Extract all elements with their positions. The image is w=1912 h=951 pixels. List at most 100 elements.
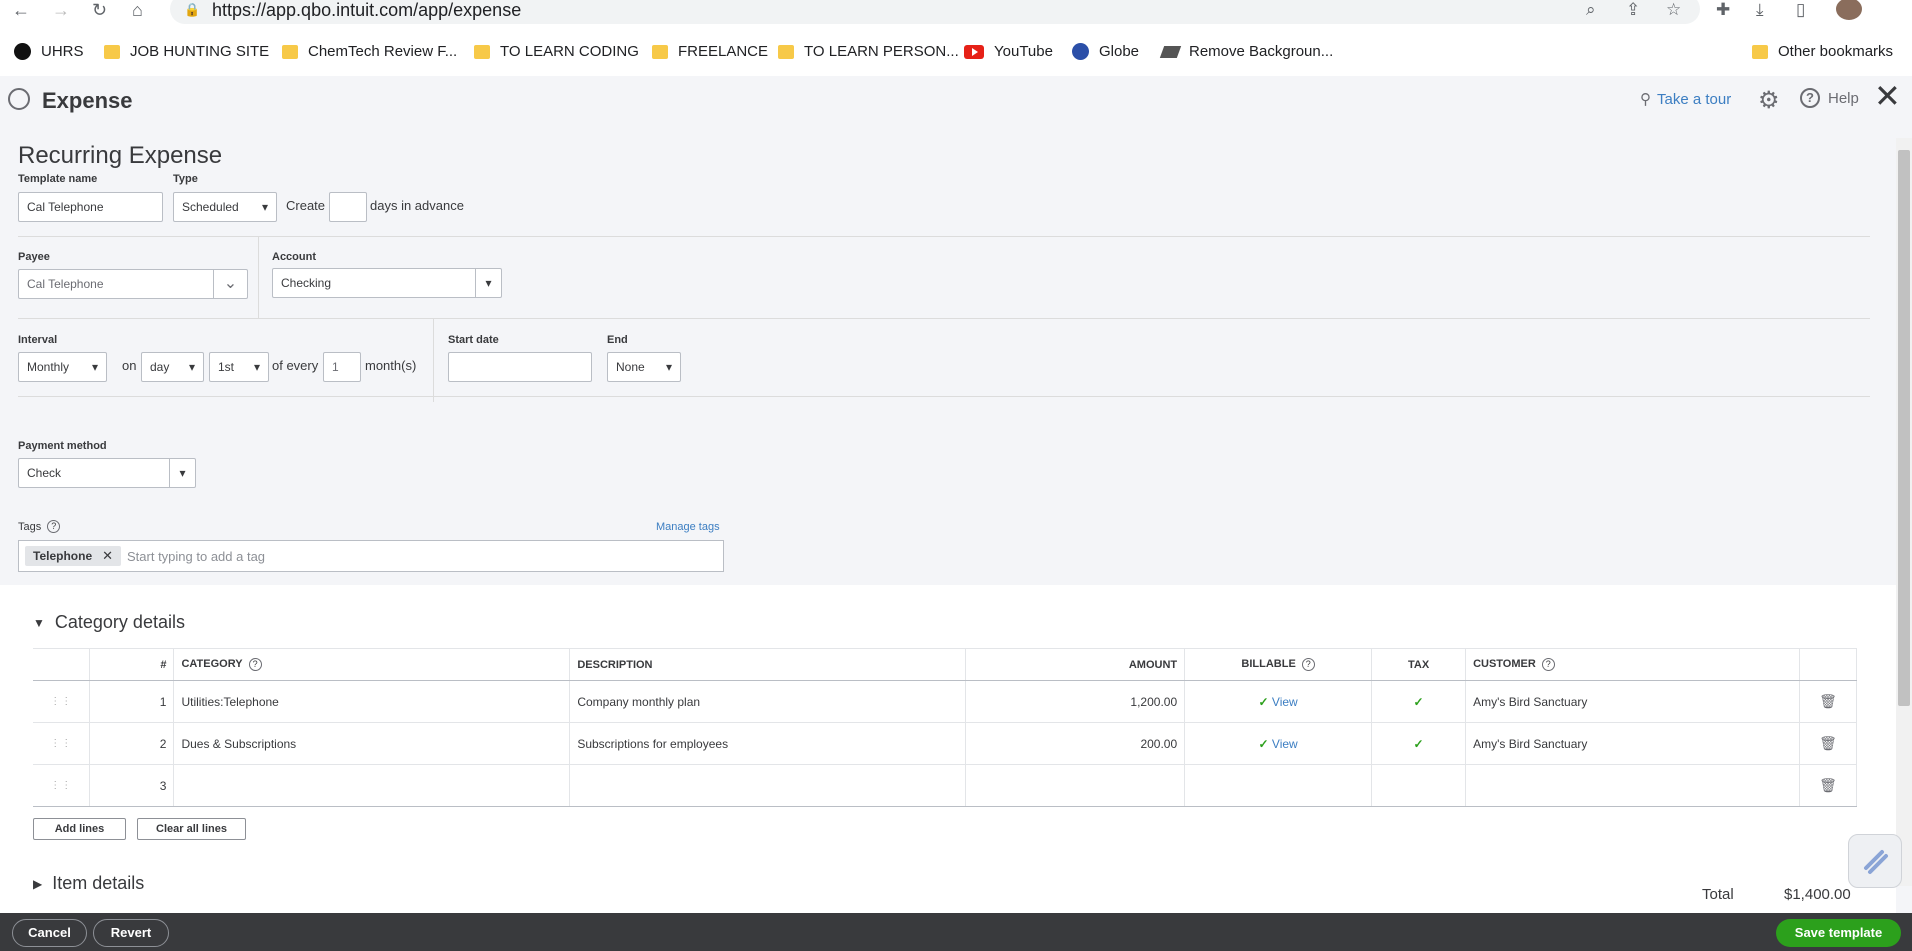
help-icon[interactable]: ?: [47, 520, 61, 533]
help-icon[interactable]: ?: [1541, 658, 1555, 671]
row-category[interactable]: [173, 764, 571, 807]
col-category: CATEGORY?: [173, 648, 571, 681]
chevron-down-icon[interactable]: ⌄: [213, 270, 247, 298]
browser-chrome: ← → ↻ ⌂ 🔒 https://app.qbo.intuit.com/app…: [0, 0, 1912, 76]
close-icon[interactable]: ✕: [1874, 80, 1901, 112]
cancel-button[interactable]: Cancel: [12, 919, 87, 947]
check-icon: ✓: [1413, 736, 1424, 751]
on-select[interactable]: day: [141, 352, 204, 382]
row-customer[interactable]: [1465, 764, 1800, 807]
youtube-icon: [964, 44, 984, 59]
bookmark-youtube[interactable]: YouTube: [964, 43, 1053, 60]
row-category[interactable]: Dues & Subscriptions: [173, 722, 571, 765]
sidepanel-icon[interactable]: ▯: [1796, 0, 1805, 20]
caret-down-icon[interactable]: ▾: [169, 459, 195, 487]
check-icon: ✓: [1413, 694, 1424, 709]
download-icon[interactable]: ⤓: [1756, 0, 1764, 20]
item-details-toggle[interactable]: ▶ Item details: [33, 873, 144, 894]
row-tax[interactable]: ✓: [1371, 680, 1467, 723]
save-template-button[interactable]: Save template: [1776, 919, 1901, 947]
manage-tags-link[interactable]: Manage tags: [656, 521, 720, 533]
bookmark-learn-person[interactable]: TO LEARN PERSON...: [778, 43, 959, 60]
revert-button[interactable]: Revert: [93, 919, 169, 947]
profile-avatar[interactable]: [1836, 0, 1862, 20]
row-description[interactable]: [569, 764, 967, 807]
row-customer[interactable]: Amy's Bird Sanctuary: [1465, 722, 1800, 765]
billable-view-link[interactable]: View: [1272, 695, 1298, 709]
col-drag: [33, 648, 91, 681]
star-icon[interactable]: ☆: [1666, 0, 1681, 20]
payment-method-select[interactable]: Check ▾: [18, 458, 196, 488]
row-billable[interactable]: ✓ View: [1184, 680, 1373, 723]
row-customer[interactable]: Amy's Bird Sanctuary: [1465, 680, 1800, 723]
tag-placeholder: Start typing to add a tag: [127, 549, 266, 564]
reload-icon[interactable]: ↻: [92, 0, 107, 20]
add-lines-button[interactable]: Add lines: [33, 818, 126, 840]
remove-tag-icon[interactable]: ✕: [102, 548, 113, 563]
row-tax[interactable]: [1371, 764, 1467, 807]
drag-handle-icon[interactable]: ⋮⋮: [33, 722, 91, 765]
tour-icon: ⚲: [1640, 91, 1651, 108]
row-description[interactable]: Company monthly plan: [569, 680, 967, 723]
payee-input[interactable]: Cal Telephone ⌄: [18, 269, 248, 299]
row-tax[interactable]: ✓: [1371, 722, 1467, 765]
trash-icon[interactable]: 🗑: [1799, 722, 1858, 765]
start-date-label: Start date: [448, 334, 499, 346]
interval-select[interactable]: Monthly: [18, 352, 107, 382]
extensions-icon[interactable]: ✚: [1716, 0, 1730, 20]
take-tour-link[interactable]: ⚲ Take a tour: [1640, 90, 1731, 109]
account-select[interactable]: Checking ▾: [272, 268, 502, 298]
category-details-toggle[interactable]: ▼ Category details: [33, 612, 185, 633]
row-amount[interactable]: 200.00: [965, 722, 1186, 765]
caret-down-icon[interactable]: ▾: [475, 269, 501, 297]
day-select[interactable]: 1st: [209, 352, 269, 382]
row-description[interactable]: Subscriptions for employees: [569, 722, 967, 765]
bookmark-freelance[interactable]: FREELANCE: [652, 43, 768, 60]
folder-icon: [474, 44, 490, 59]
bookmark-uhrs[interactable]: UHRS: [14, 43, 84, 60]
table-row[interactable]: ⋮⋮ 3 🗑: [33, 764, 1858, 807]
recent-history-icon[interactable]: [8, 88, 30, 110]
table-row[interactable]: ⋮⋮ 2 Dues & Subscriptions Subscriptions …: [33, 722, 1858, 765]
months-label: month(s): [365, 358, 417, 373]
days-advance-input[interactable]: [329, 192, 367, 222]
zoom-icon[interactable]: ⌕: [1586, 0, 1596, 20]
row-billable[interactable]: [1184, 764, 1373, 807]
bookmark-job-hunting[interactable]: JOB HUNTING SITE: [104, 43, 269, 60]
bookmark-learn-coding[interactable]: TO LEARN CODING: [474, 43, 639, 60]
row-amount[interactable]: [965, 764, 1186, 807]
billable-view-link[interactable]: View: [1272, 737, 1298, 751]
end-select[interactable]: None: [607, 352, 681, 382]
bookmark-chemtech[interactable]: ChemTech Review F...: [282, 43, 457, 60]
row-amount[interactable]: 1,200.00: [965, 680, 1186, 723]
drag-handle-icon[interactable]: ⋮⋮: [33, 764, 91, 807]
back-icon[interactable]: ←: [12, 0, 30, 20]
url-text[interactable]: https://app.qbo.intuit.com/app/expense: [212, 0, 521, 20]
trash-icon[interactable]: 🗑: [1799, 680, 1858, 723]
tags-input[interactable]: Telephone ✕ Start typing to add a tag: [18, 540, 724, 572]
gear-icon[interactable]: ⚙: [1758, 86, 1780, 115]
bookmark-remove-bg[interactable]: Remove Backgroun...: [1159, 43, 1333, 60]
row-billable[interactable]: ✓ View: [1184, 722, 1373, 765]
lock-icon: 🔒: [184, 2, 201, 17]
scrollbar-thumb[interactable]: [1898, 150, 1910, 706]
type-select[interactable]: Scheduled: [173, 192, 277, 222]
clear-all-lines-button[interactable]: Clear all lines: [137, 818, 246, 840]
template-name-input[interactable]: Cal Telephone: [18, 192, 163, 222]
every-input[interactable]: 1: [323, 352, 361, 382]
table-row[interactable]: ⋮⋮ 1 Utilities:Telephone Company monthly…: [33, 680, 1858, 723]
help-button[interactable]: ? Help: [1800, 88, 1859, 108]
interval-label: Interval: [18, 334, 58, 346]
bookmark-globe[interactable]: Globe: [1072, 43, 1139, 60]
home-icon[interactable]: ⌂: [132, 0, 143, 20]
help-icon[interactable]: ?: [1301, 658, 1315, 671]
row-category[interactable]: Utilities:Telephone: [173, 680, 571, 723]
start-date-input[interactable]: [448, 352, 592, 382]
forward-icon[interactable]: →: [52, 0, 70, 20]
share-icon[interactable]: ⇪: [1626, 0, 1640, 20]
trash-icon[interactable]: 🗑: [1799, 764, 1858, 807]
bookmark-other[interactable]: Other bookmarks: [1752, 43, 1893, 60]
drag-handle-icon[interactable]: ⋮⋮: [33, 680, 91, 723]
assistant-icon[interactable]: [1848, 834, 1902, 888]
help-icon[interactable]: ?: [248, 658, 262, 671]
